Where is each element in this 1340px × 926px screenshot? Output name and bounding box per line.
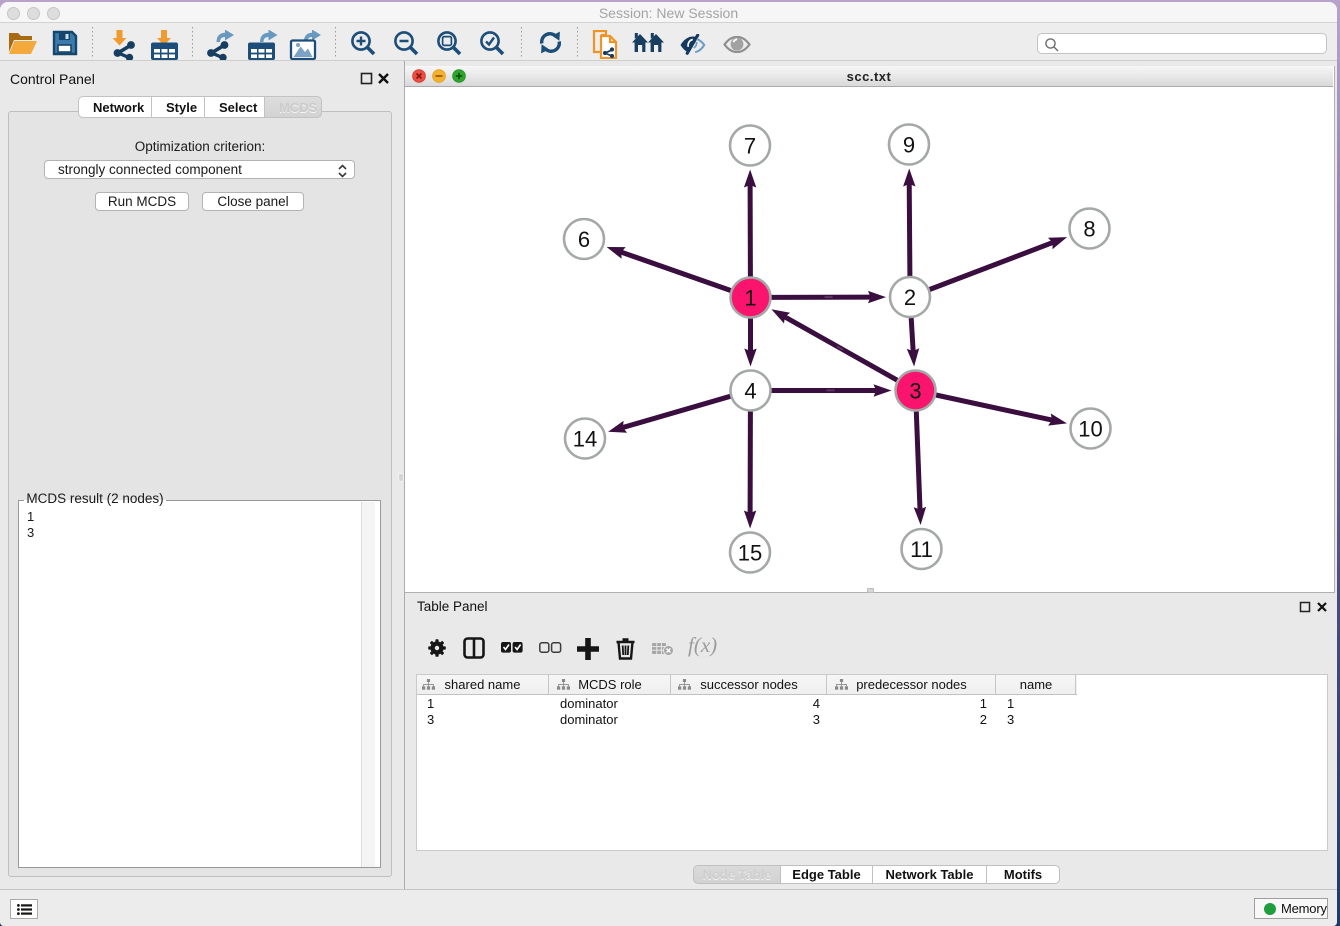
svg-text:7: 7 — [744, 134, 756, 159]
svg-text:6: 6 — [578, 227, 590, 252]
svg-text:4: 4 — [744, 379, 756, 404]
svg-text:3: 3 — [909, 379, 921, 404]
svg-text:2: 2 — [904, 285, 916, 310]
svg-text:9: 9 — [903, 133, 915, 158]
svg-text:11: 11 — [910, 537, 933, 562]
svg-text:8: 8 — [1083, 217, 1095, 242]
svg-text:1: 1 — [744, 286, 756, 311]
svg-text:15: 15 — [738, 541, 762, 566]
svg-text:14: 14 — [573, 427, 597, 452]
svg-text:10: 10 — [1078, 417, 1102, 442]
